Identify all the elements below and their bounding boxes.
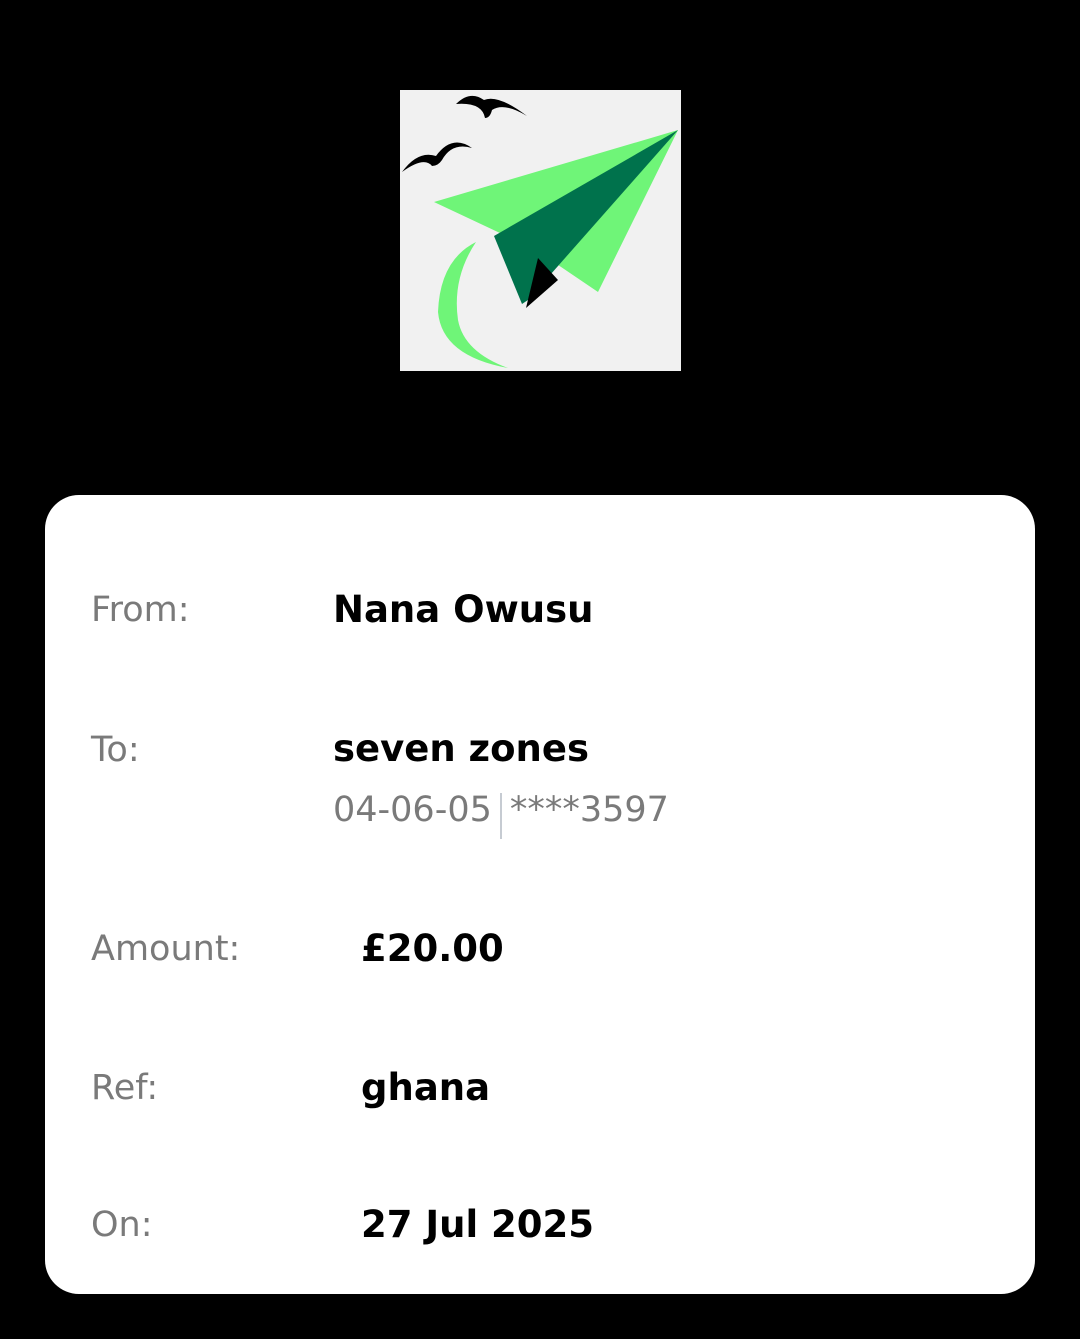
on-label: On: [91, 1205, 153, 1245]
amount-value: £20.00 [361, 927, 504, 970]
trail-swoosh [438, 242, 508, 368]
account-details: 04-06-05 ****3597 [333, 787, 669, 839]
ref-label: Ref: [91, 1068, 159, 1108]
payment-receipt-card: From: Nana Owusu To: seven zones 04-06-0… [45, 495, 1035, 1294]
from-value: Nana Owusu [333, 588, 594, 631]
to-label: To: [91, 730, 140, 770]
to-value: seven zones [333, 727, 589, 770]
ref-value: ghana [361, 1066, 491, 1109]
account-divider [499, 793, 502, 839]
from-label: From: [91, 590, 190, 630]
sort-code: 04-06-05 [333, 789, 492, 830]
bird-icon [456, 95, 527, 118]
bird-icon [402, 142, 472, 172]
app-logo [400, 90, 681, 371]
amount-label: Amount: [91, 929, 241, 969]
account-number: ****3597 [509, 789, 669, 830]
on-value: 27 Jul 2025 [361, 1203, 595, 1246]
paper-plane-logo-icon [402, 95, 678, 368]
